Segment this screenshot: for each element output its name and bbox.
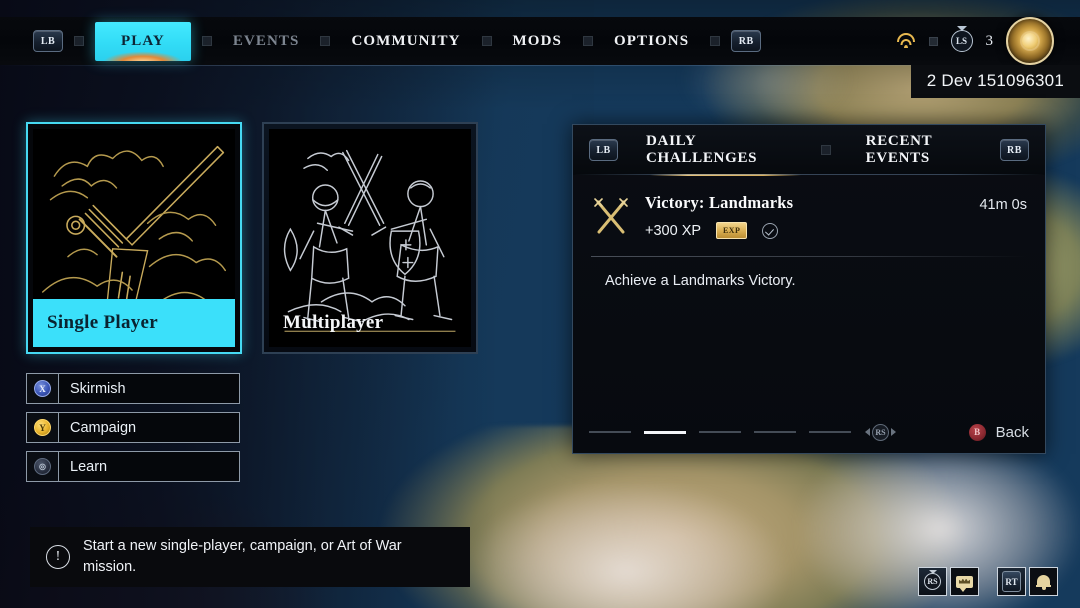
card-single-player[interactable]: Single Player — [26, 122, 242, 354]
panel-footer: RS B Back — [573, 410, 1045, 454]
right-stick-hint: RS — [865, 423, 896, 441]
learn-button-icon: ◎ — [34, 458, 51, 475]
pagination-dash[interactable] — [699, 431, 741, 433]
panel-right-bumper-button[interactable]: RB — [1000, 139, 1029, 161]
button-hint-y: Y — [27, 413, 59, 442]
tab-community[interactable]: COMMUNITY — [341, 27, 470, 56]
nav-separator-icon — [481, 36, 492, 46]
pagination-dash[interactable] — [754, 431, 796, 433]
challenge-time-left: 41m 0s — [979, 197, 1027, 213]
square-icon — [928, 36, 938, 46]
card-multiplayer[interactable]: Multiplayer — [262, 122, 478, 354]
tab-play[interactable]: PLAY — [95, 21, 191, 61]
right-stick-icon: RS — [924, 573, 941, 590]
tab-mods[interactable]: MODS — [503, 27, 572, 56]
submenu-item-campaign[interactable]: Y Campaign — [26, 412, 240, 443]
pagination-dash-active[interactable] — [644, 430, 686, 434]
right-stick-button[interactable]: RS — [918, 567, 947, 596]
wifi-icon — [896, 33, 916, 49]
notification-button[interactable] — [1029, 567, 1058, 596]
tooltip-text: Start a new single-player, campaign, or … — [83, 538, 402, 575]
panel-tab-recent-events[interactable]: RECENT EVENTS — [862, 127, 1000, 173]
notification-button-group[interactable]: RT — [997, 567, 1058, 596]
challenge-title: Victory: Landmarks — [645, 193, 794, 212]
y-button-icon: Y — [34, 419, 51, 436]
chevron-right-icon — [891, 428, 896, 436]
submenu-item-label: Skirmish — [70, 380, 126, 397]
tab-options[interactable]: OPTIONS — [604, 27, 699, 56]
challenge-description: Achieve a Landmarks Victory. — [605, 273, 796, 289]
pagination-indicator[interactable] — [589, 430, 851, 434]
back-button[interactable]: B Back — [968, 423, 1029, 441]
chat-icon — [956, 575, 973, 592]
dev-build-tag: 2 Dev 151096301 — [910, 65, 1080, 98]
challenge-item[interactable]: Victory: Landmarks +300 XP EXP 41m 0s — [573, 175, 1045, 239]
challenge-reward-row: +300 XP EXP — [645, 222, 965, 239]
mode-card-group: Single Player Multiplayer — [26, 122, 478, 354]
coin-count: 3 — [985, 32, 994, 49]
bell-icon — [1036, 573, 1051, 590]
nav-tab-group: LB PLAY EVENTS COMMUNITY MODS OPTIONS RB — [0, 21, 762, 61]
status-group: LS 3 — [896, 17, 1080, 65]
crossed-swords-icon — [591, 193, 631, 239]
left-bumper-button[interactable]: LB — [33, 30, 63, 52]
nav-separator-icon — [201, 36, 212, 46]
chevron-left-icon — [865, 428, 870, 436]
panel-tab-daily-challenges[interactable]: DAILY CHALLENGES — [642, 127, 810, 176]
submenu-list: X Skirmish Y Campaign ◎ Learn — [26, 373, 478, 482]
play-menu-column: Single Player Multiplayer X Skirmish Y C… — [26, 122, 478, 482]
info-icon: ! — [46, 545, 70, 569]
panel-content: Victory: Landmarks +300 XP EXP 41m 0s Ac… — [573, 175, 1045, 454]
nav-separator-icon — [582, 36, 593, 46]
sun-emblem-icon[interactable] — [1006, 17, 1054, 65]
rt-button-icon: RT — [1002, 571, 1021, 592]
right-stick-icon: RS — [872, 423, 889, 441]
panel-left-bumper-button[interactable]: LB — [589, 139, 618, 161]
tab-events[interactable]: EVENTS — [223, 27, 310, 56]
b-button-icon: B — [968, 423, 986, 441]
challenge-xp: +300 XP — [645, 222, 702, 239]
nav-separator-icon — [74, 36, 84, 46]
back-button-label: Back — [995, 423, 1029, 441]
button-hint-x: X — [27, 374, 59, 403]
nav-separator-icon — [710, 36, 721, 46]
right-bumper-button[interactable]: RB — [731, 30, 762, 52]
right-trigger-button[interactable]: RT — [997, 567, 1026, 596]
card-multiplayer-label: Multiplayer — [283, 312, 384, 333]
check-circle-icon — [762, 222, 779, 239]
tooltip-bar: ! Start a new single-player, campaign, o… — [30, 527, 470, 587]
panel-tab-bar: LB DAILY CHALLENGES RECENT EVENTS RB — [573, 125, 1045, 176]
pagination-dash[interactable] — [809, 431, 851, 433]
challenges-panel: LB DAILY CHALLENGES RECENT EVENTS RB Vic… — [572, 124, 1046, 454]
x-button-icon: X — [34, 380, 51, 397]
submenu-item-label: Learn — [70, 458, 108, 475]
button-hint-learn: ◎ — [27, 452, 59, 481]
nav-separator-icon — [320, 36, 331, 46]
bottom-right-button-bar: RS RT — [918, 567, 1058, 596]
submenu-item-learn[interactable]: ◎ Learn — [26, 451, 240, 482]
pagination-dash[interactable] — [589, 431, 631, 433]
left-stick-badge[interactable]: LS — [950, 30, 973, 52]
chat-button[interactable] — [950, 567, 979, 596]
card-single-player-label: Single Player — [33, 299, 235, 347]
panel-separator-icon — [820, 145, 831, 155]
top-navigation-bar: LB PLAY EVENTS COMMUNITY MODS OPTIONS RB… — [0, 17, 1080, 66]
chat-button-group[interactable]: RS — [918, 567, 979, 596]
submenu-item-label: Campaign — [70, 419, 137, 436]
challenge-details: Victory: Landmarks +300 XP EXP — [645, 193, 965, 239]
exp-badge-icon: EXP — [716, 222, 748, 239]
submenu-item-skirmish[interactable]: X Skirmish — [26, 373, 240, 404]
